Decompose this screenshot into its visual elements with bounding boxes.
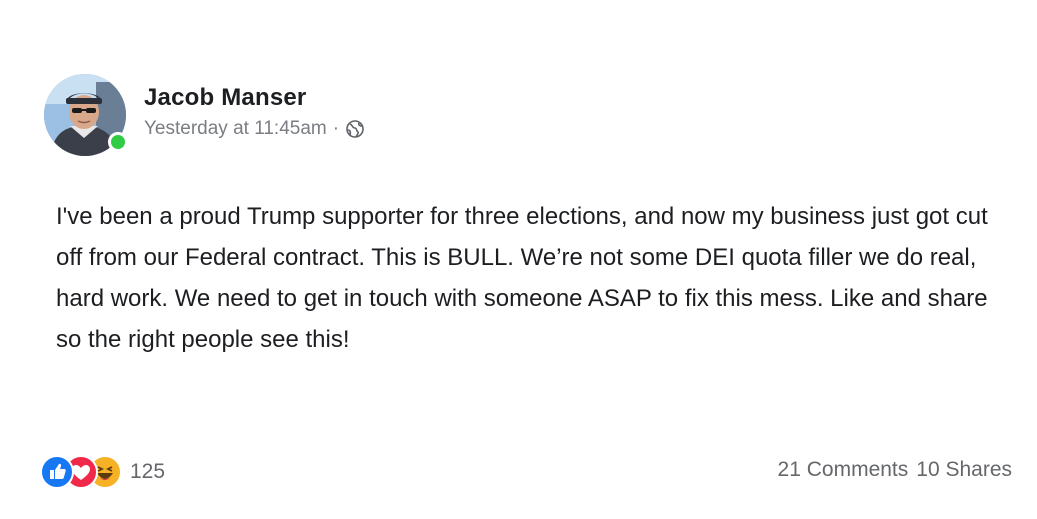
reactions-summary[interactable]: 125 bbox=[40, 452, 165, 492]
post-footer: 125 21 Comments 10 Shares bbox=[40, 452, 1020, 492]
comments-count-link[interactable]: 21 Comments bbox=[778, 458, 909, 482]
post-body-text: I've been a proud Trump supporter for th… bbox=[56, 203, 988, 353]
post-header: Jacob Manser Yesterday at 11:45am · bbox=[44, 74, 644, 164]
post-meta: Yesterday at 11:45am · bbox=[144, 118, 365, 140]
shares-count-link[interactable]: 10 Shares bbox=[916, 458, 1012, 482]
globe-icon[interactable] bbox=[345, 119, 365, 139]
avatar-container[interactable] bbox=[44, 74, 128, 156]
reaction-count: 125 bbox=[130, 460, 166, 483]
like-icon bbox=[40, 455, 74, 489]
online-status-dot bbox=[108, 132, 128, 152]
facebook-post: Jacob Manser Yesterday at 11:45am · I've… bbox=[0, 0, 1037, 519]
engagement-counts: 21 Comments 10 Shares bbox=[778, 458, 1012, 482]
post-timestamp[interactable]: Yesterday at 11:45am bbox=[144, 118, 327, 140]
author-name[interactable]: Jacob Manser bbox=[144, 84, 306, 112]
meta-separator: · bbox=[332, 118, 340, 139]
